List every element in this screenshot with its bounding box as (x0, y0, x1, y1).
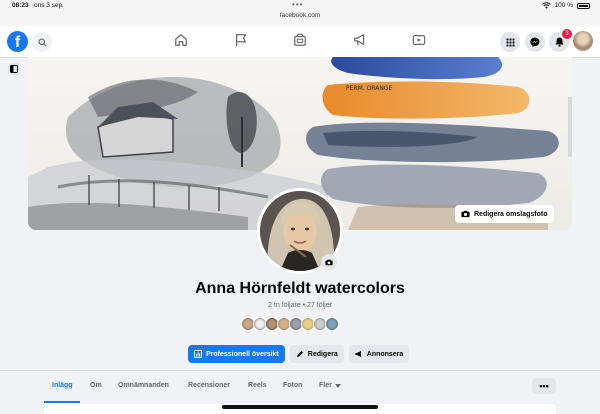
messenger-button[interactable] (525, 32, 545, 52)
tab-posts[interactable]: Inlägg (52, 382, 73, 389)
marketplace-icon[interactable] (293, 33, 307, 47)
active-tab-indicator (44, 401, 80, 403)
ios-status-bar: 08:23 ons 3 sep. ••• facebook.com 100 % (0, 0, 600, 26)
megaphone-icon (355, 351, 361, 357)
follower-avatars[interactable] (241, 317, 339, 331)
account-avatar[interactable] (573, 31, 593, 51)
clock: 08:23 (12, 2, 29, 9)
home-icon[interactable] (174, 33, 188, 47)
tab-more-label: Fler (319, 382, 332, 389)
advertise-label: Annonsera (366, 350, 404, 358)
address-bar[interactable]: facebook.com (0, 12, 600, 19)
profile-tabs: Inlägg Om Omnämnanden Recensioner Reels … (0, 370, 600, 403)
edit-profile-button[interactable]: Redigera (289, 345, 344, 363)
messenger-icon (530, 37, 540, 47)
sidebar-icon (10, 65, 18, 73)
change-profile-picture-button[interactable] (321, 254, 337, 270)
edit-cover-photo-label: Redigera omslagsfoto (474, 210, 548, 218)
follower-stats[interactable]: 2 tn följare • 27 följer (0, 302, 600, 309)
avatar[interactable] (325, 317, 339, 331)
flag-icon[interactable] (234, 33, 248, 47)
date: ons 3 sep. (34, 2, 64, 9)
grid-menu-icon (505, 37, 515, 47)
sidebar-toggle-button[interactable] (8, 63, 20, 75)
facebook-logo[interactable]: f (7, 31, 28, 52)
tab-reviews[interactable]: Recensioner (188, 382, 230, 389)
profile-actions: Professionell översikt Redigera Annonser… (188, 345, 410, 363)
camera-icon (461, 210, 470, 218)
professional-dashboard-button[interactable]: Professionell översikt (188, 345, 285, 363)
notification-badge: 3 (562, 29, 572, 39)
professional-dashboard-label: Professionell översikt (206, 350, 279, 358)
home-indicator[interactable] (222, 405, 378, 409)
camera-icon (325, 259, 333, 265)
painting-caption: PERM. ORANGE (346, 85, 392, 92)
search-icon (37, 37, 47, 47)
search-button[interactable] (32, 32, 52, 52)
video-icon[interactable] (412, 33, 426, 47)
edit-profile-label: Redigera (307, 350, 338, 358)
megaphone-icon[interactable] (353, 33, 367, 47)
browser-menu-dots[interactable]: ••• (292, 0, 303, 9)
top-navigation: f 3 (0, 26, 600, 58)
more-options-button[interactable]: ••• (532, 378, 556, 394)
wifi-icon (541, 2, 551, 9)
notifications-button[interactable]: 3 (549, 29, 572, 52)
caret-down-icon (334, 383, 341, 388)
battery-icon (577, 2, 590, 9)
tab-more[interactable]: Fler (319, 382, 341, 389)
advertise-button[interactable]: Annonsera (348, 345, 410, 363)
tab-reels[interactable]: Reels (248, 382, 267, 389)
bell-icon (555, 37, 563, 47)
dashboard-icon (194, 350, 202, 358)
tab-photos[interactable]: Foton (283, 382, 302, 389)
status-icons: 100 % (541, 2, 590, 9)
menu-button[interactable] (500, 32, 520, 52)
tab-about[interactable]: Om (90, 382, 102, 389)
page-title: Anna Hörnfeldt watercolors (195, 280, 405, 297)
pencil-icon (296, 351, 303, 357)
edit-cover-photo-button[interactable]: Redigera omslagsfoto (455, 205, 554, 223)
battery-percent: 100 % (554, 2, 573, 9)
tab-mentions[interactable]: Omnämnanden (118, 382, 169, 389)
